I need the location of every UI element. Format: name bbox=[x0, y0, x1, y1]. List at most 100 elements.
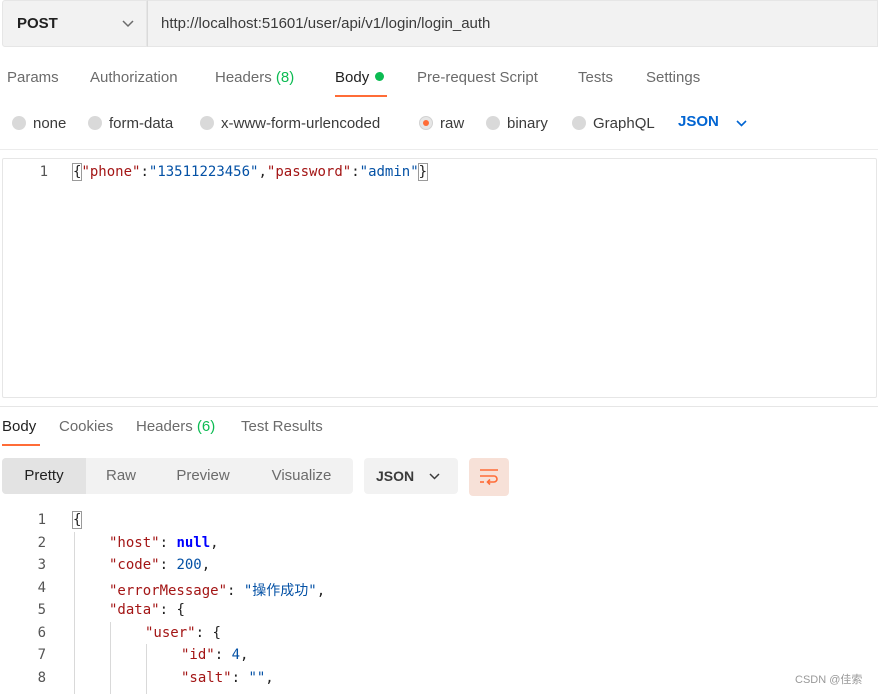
json-comma: , bbox=[240, 647, 249, 663]
json-colon: : bbox=[351, 164, 360, 180]
chevron-down-icon[interactable] bbox=[735, 117, 748, 130]
watermark: CSDN @佳索 bbox=[795, 674, 863, 686]
code-line: { bbox=[71, 511, 83, 529]
wrap-lines-button[interactable] bbox=[469, 458, 509, 496]
json-comma: , bbox=[316, 583, 326, 599]
json-value: null bbox=[176, 535, 211, 551]
tab-headers-label: Headers bbox=[215, 69, 272, 86]
json-value: "admin" bbox=[359, 164, 419, 180]
radio-icon bbox=[12, 116, 26, 130]
code-line: {"phone":"13511223456","password":"admin… bbox=[71, 163, 429, 181]
wrap-lines-icon bbox=[480, 469, 498, 486]
radio-icon bbox=[200, 116, 214, 130]
json-value: { bbox=[176, 602, 185, 618]
tab-headers[interactable]: Headers (8) bbox=[215, 69, 294, 86]
json-separator: : bbox=[159, 535, 177, 551]
line-number: 2 bbox=[37, 535, 46, 551]
json-key: "phone" bbox=[81, 164, 141, 180]
code-line: "id": 4, bbox=[181, 647, 248, 663]
code-line: "data": { bbox=[109, 602, 185, 618]
radio-x-www-form-urlencoded[interactable]: x-www-form-urlencoded bbox=[200, 115, 380, 132]
chevron-down-icon bbox=[122, 20, 134, 28]
line-number: 6 bbox=[37, 625, 46, 641]
json-separator: : bbox=[214, 647, 232, 663]
json-value: "" bbox=[248, 670, 266, 686]
tab-authorization[interactable]: Authorization bbox=[90, 69, 178, 86]
json-value: "13511223456" bbox=[148, 164, 259, 180]
response-format-select[interactable]: JSON bbox=[364, 458, 458, 494]
url-input[interactable]: http://localhost:51601/user/api/v1/login… bbox=[147, 0, 878, 47]
radio-none[interactable]: none bbox=[12, 115, 66, 132]
brace-open: { bbox=[71, 511, 83, 529]
tab-settings[interactable]: Settings bbox=[646, 69, 700, 86]
code-line: "errorMessage": "操作成功", bbox=[109, 580, 325, 600]
indent-guide bbox=[146, 644, 147, 694]
radio-raw[interactable]: raw bbox=[419, 115, 464, 132]
response-tab-headers-count: (6) bbox=[196, 418, 216, 435]
body-format-select[interactable]: JSON bbox=[678, 113, 719, 130]
url-bar: POST http://localhost:51601/user/api/v1/… bbox=[2, 0, 878, 47]
radio-urlencoded-label: x-www-form-urlencoded bbox=[221, 115, 381, 132]
json-separator: : bbox=[159, 557, 177, 573]
view-pretty-button[interactable]: Pretty bbox=[2, 458, 86, 494]
json-value: 4 bbox=[231, 647, 241, 663]
tab-pre-request-script[interactable]: Pre-request Script bbox=[417, 69, 538, 86]
response-tab-cookies[interactable]: Cookies bbox=[59, 418, 113, 435]
response-tab-headers[interactable]: Headers (6) bbox=[136, 418, 215, 435]
body-modified-dot bbox=[375, 72, 385, 81]
request-body-editor[interactable] bbox=[2, 158, 877, 398]
tab-body-label: Body bbox=[335, 69, 370, 86]
json-key: "host" bbox=[109, 535, 160, 551]
response-tab-test-results[interactable]: Test Results bbox=[241, 418, 323, 435]
method-label: POST bbox=[17, 15, 58, 32]
json-key: "code" bbox=[109, 557, 160, 573]
response-tab-body[interactable]: Body bbox=[2, 418, 36, 435]
tab-body[interactable]: Body bbox=[335, 69, 385, 86]
line-number: 3 bbox=[37, 557, 46, 573]
divider bbox=[0, 149, 878, 150]
json-separator: : bbox=[231, 670, 249, 686]
view-preview-button[interactable]: Preview bbox=[156, 458, 250, 494]
json-value: { bbox=[212, 625, 221, 641]
code-line: "salt": "", bbox=[181, 670, 274, 686]
json-comma: , bbox=[258, 164, 267, 180]
indent-guide bbox=[74, 532, 75, 694]
radio-binary[interactable]: binary bbox=[486, 115, 548, 132]
line-number: 1 bbox=[39, 164, 48, 180]
radio-form-data[interactable]: form-data bbox=[88, 115, 173, 132]
line-number: 1 bbox=[37, 512, 46, 528]
active-tab-underline bbox=[335, 95, 387, 97]
method-select[interactable]: POST bbox=[2, 0, 147, 47]
code-line: "host": null, bbox=[109, 535, 219, 551]
tab-tests[interactable]: Tests bbox=[578, 69, 613, 86]
json-key: "user" bbox=[145, 625, 196, 641]
json-separator: : bbox=[227, 583, 244, 599]
radio-icon bbox=[88, 116, 102, 130]
active-tab-underline bbox=[2, 444, 40, 446]
json-value: "操作成功" bbox=[243, 583, 317, 599]
json-comma: , bbox=[210, 535, 219, 551]
radio-none-label: none bbox=[33, 115, 67, 132]
code-line: "user": { bbox=[145, 625, 221, 641]
line-number: 8 bbox=[37, 670, 46, 686]
tab-params[interactable]: Params bbox=[7, 69, 59, 86]
view-raw-button[interactable]: Raw bbox=[86, 458, 156, 494]
json-separator: : bbox=[159, 602, 177, 618]
radio-graphql[interactable]: GraphQL bbox=[572, 115, 655, 132]
json-key: "data" bbox=[109, 602, 160, 618]
json-key: "errorMessage" bbox=[109, 583, 228, 599]
radio-form-data-label: form-data bbox=[109, 115, 174, 132]
json-key: "password" bbox=[266, 164, 352, 180]
view-visualize-button[interactable]: Visualize bbox=[250, 458, 353, 494]
indent-guide bbox=[110, 622, 111, 694]
json-key: "salt" bbox=[181, 670, 232, 686]
divider bbox=[0, 406, 878, 407]
json-value: 200 bbox=[176, 557, 202, 573]
line-number: 5 bbox=[37, 602, 46, 618]
json-comma: , bbox=[201, 557, 211, 573]
radio-graphql-label: GraphQL bbox=[593, 115, 655, 132]
chevron-down-icon bbox=[429, 473, 440, 480]
line-number: 7 bbox=[37, 647, 46, 663]
radio-binary-label: binary bbox=[507, 115, 548, 132]
response-tab-headers-label: Headers bbox=[136, 418, 193, 435]
